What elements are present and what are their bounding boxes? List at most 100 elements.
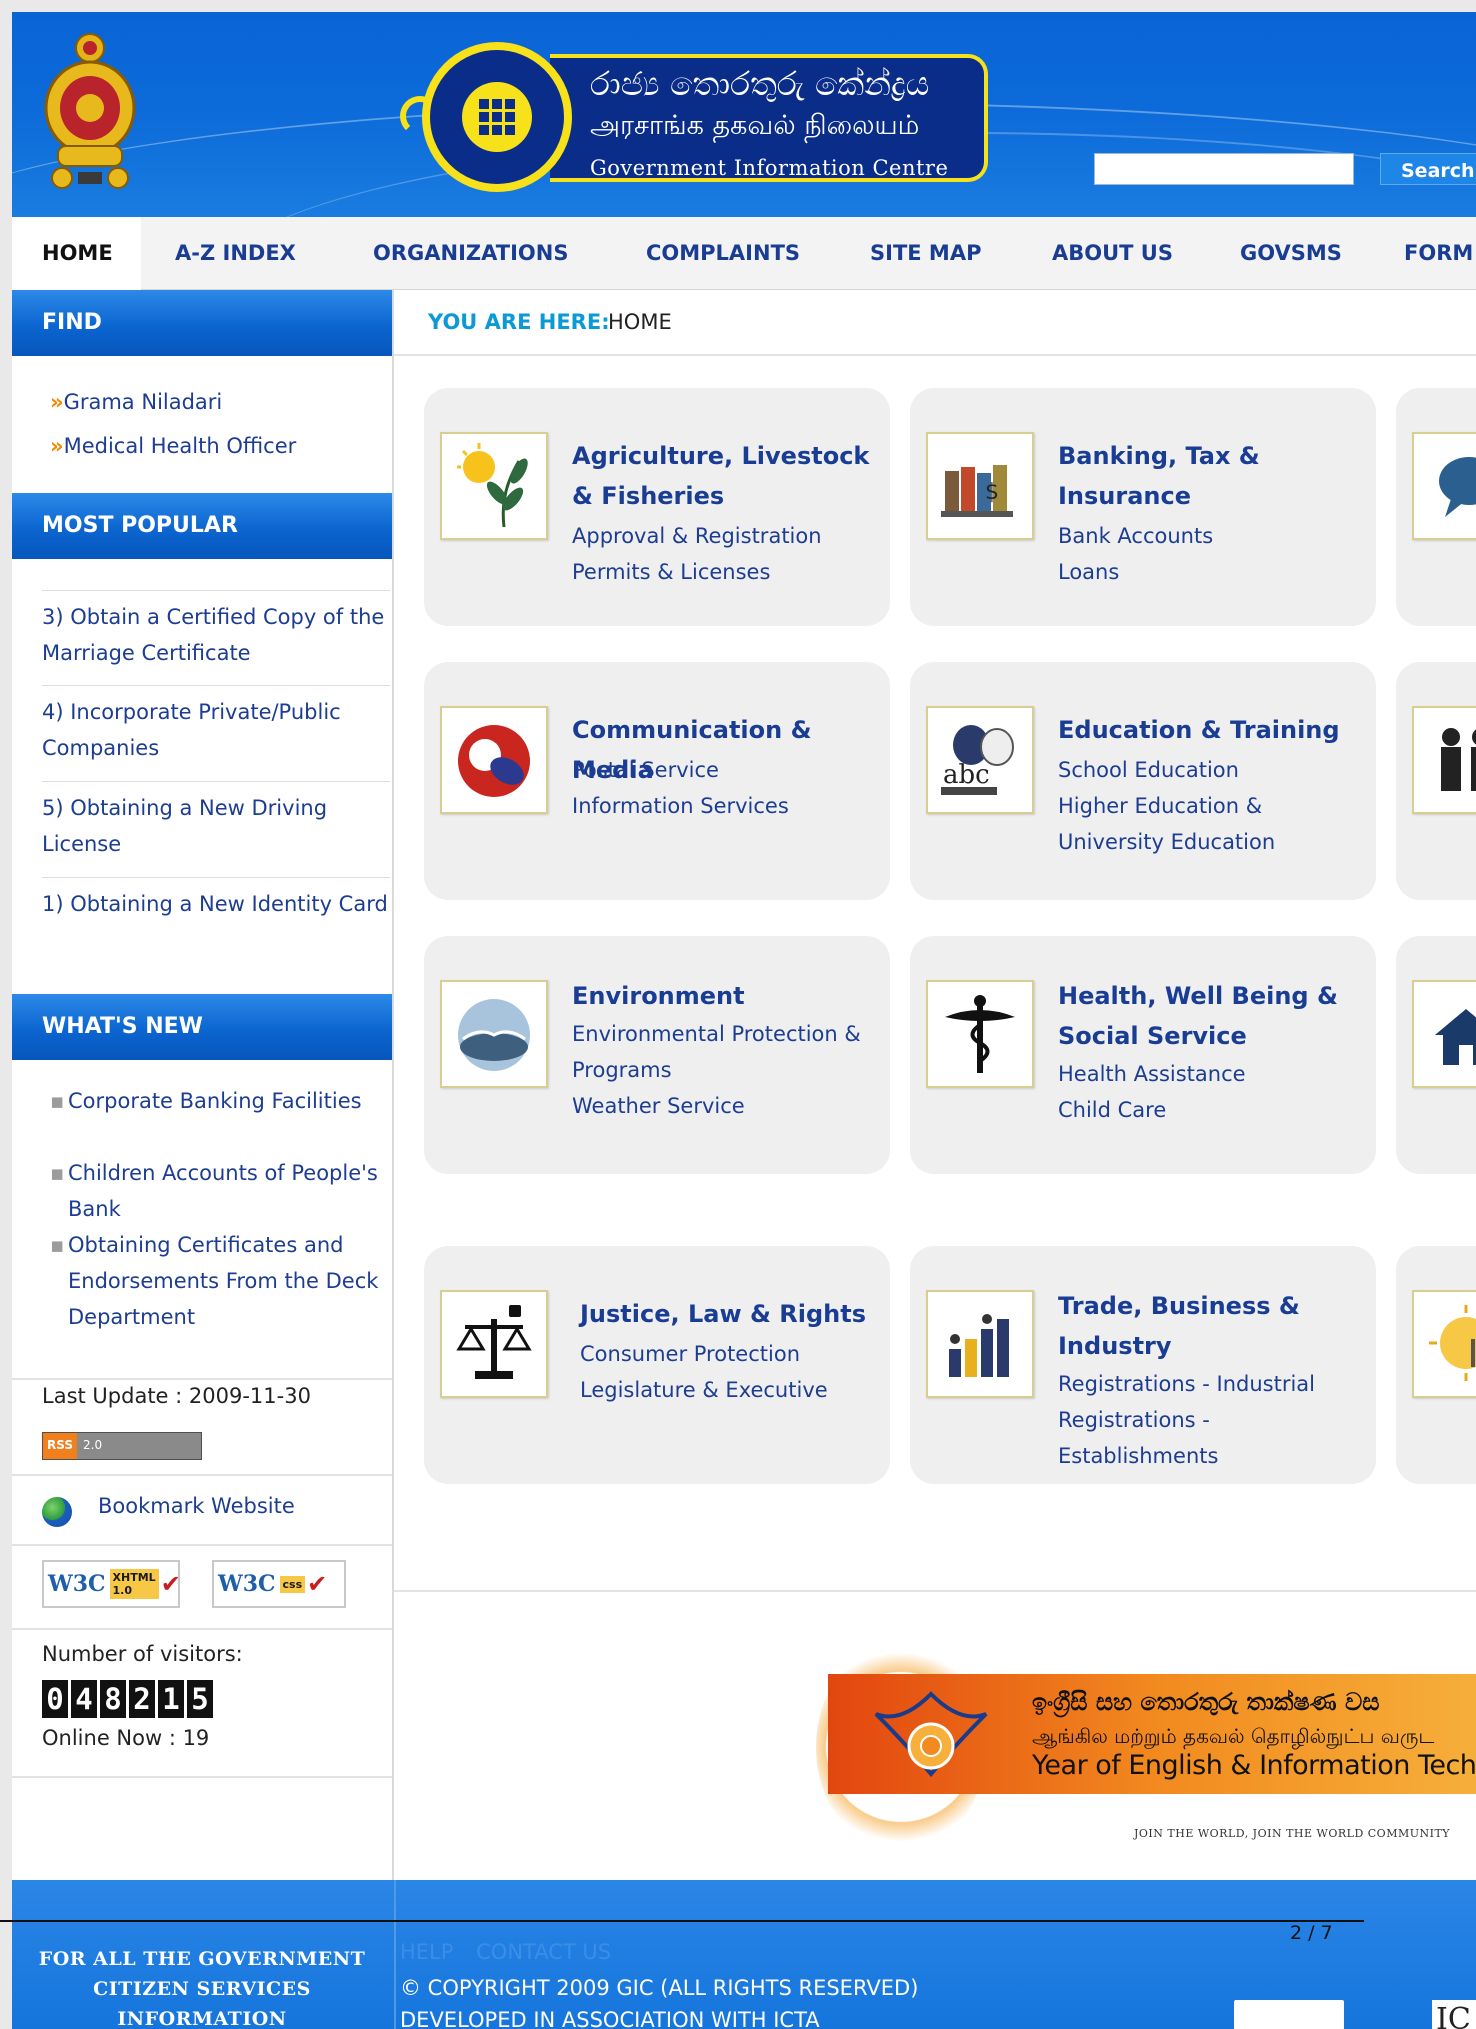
category-links: Bank Accounts Loans: [1058, 518, 1368, 590]
year-of-english-it-banner[interactable]: ඉංග්‍රීසි සහ තොරතුරු තාක්ෂණ වස ஆங்கில மற…: [816, 1632, 1476, 1852]
category-links: School Education Higher Education & Univ…: [1058, 752, 1368, 860]
category-title[interactable]: Trade, Business & Industry: [1058, 1286, 1368, 1366]
search-input[interactable]: [1094, 153, 1354, 185]
category-card-health: Health, Well Being & Social Service Heal…: [910, 936, 1376, 1174]
people-icon[interactable]: [1412, 706, 1476, 814]
environment-icon[interactable]: [440, 980, 548, 1088]
category-title[interactable]: Environment: [572, 976, 882, 1016]
counter-digit: 5: [187, 1680, 213, 1718]
nav-complaints[interactable]: COMPLAINTS: [646, 217, 800, 290]
nav-govsms[interactable]: GOVSMS: [1240, 217, 1342, 290]
category-link[interactable]: Legislature & Executive: [580, 1372, 890, 1408]
agriculture-icon[interactable]: [440, 432, 548, 540]
category-links: Consumer Protection Legislature & Execut…: [580, 1336, 890, 1408]
presidential-secretariat-logo-icon[interactable]: [1234, 2000, 1344, 2029]
health-icon[interactable]: [926, 980, 1034, 1088]
sun-palm-icon[interactable]: [1412, 1290, 1476, 1398]
category-link[interactable]: Child Care: [1058, 1092, 1368, 1128]
visitors-label: Number of visitors:: [42, 1642, 243, 1666]
whats-new-item[interactable]: ▪ Children Accounts of People's Bank: [50, 1155, 390, 1227]
rss-version: 2.0: [77, 1433, 201, 1459]
logo-text-tamil: அரசாங்க தகவல் நிலையம்: [590, 110, 920, 141]
svg-text:$: $: [985, 480, 999, 505]
nav-az-index[interactable]: A-Z INDEX: [175, 217, 296, 290]
category-title[interactable]: Agriculture, Livestock & Fisheries: [572, 436, 882, 516]
lotus-logo-icon: [874, 1691, 988, 1778]
category-link[interactable]: Higher Education & University Education: [1058, 788, 1368, 860]
category-link[interactable]: Approval & Registration: [572, 518, 882, 554]
house-icon[interactable]: [1412, 980, 1476, 1088]
last-update: Last Update : 2009-11-30: [42, 1384, 311, 1408]
category-link[interactable]: Health Assistance: [1058, 1056, 1368, 1092]
sidebar-link-medical-health-officer[interactable]: »Medical Health Officer: [50, 434, 296, 458]
counter-digit: 2: [129, 1680, 155, 1718]
category-title[interactable]: Banking, Tax & Insurance: [1058, 436, 1368, 516]
category-link[interactable]: Registrations - Establishments: [1058, 1402, 1368, 1474]
w3c-css-badge[interactable]: W3C css ✔: [212, 1560, 346, 1608]
popular-item[interactable]: 5) Obtaining a New Driving License: [42, 790, 390, 862]
nav-home[interactable]: HOME: [12, 217, 141, 290]
whats-new-item[interactable]: ▪ Obtaining Certificates and Endorsements…: [50, 1227, 390, 1335]
category-link[interactable]: Weather Service: [572, 1088, 882, 1124]
bookmark-website-link[interactable]: Bookmark Website: [98, 1494, 295, 1518]
online-now: Online Now : 19: [42, 1726, 210, 1750]
icta-logo-icon[interactable]: IC: [1432, 2000, 1476, 2029]
rss-icon: RSS: [43, 1433, 77, 1459]
category-link[interactable]: Bank Accounts: [1058, 518, 1368, 554]
category-links: Postal Service Information Services: [572, 752, 882, 824]
gic-logo[interactable]: රාජ්‍ය තොරතුරු කේන්ද්‍රය அரசாங்க தகவல் ந…: [400, 40, 1000, 200]
popular-item[interactable]: 1) Obtaining a New Identity Card: [42, 886, 390, 922]
sidebar-link-grama-niladari[interactable]: »Grama Niladari: [50, 390, 222, 414]
category-link[interactable]: Loans: [1058, 554, 1368, 590]
footer-links: HELP CONTACT US: [400, 1940, 627, 1964]
category-link[interactable]: Information Services: [572, 788, 882, 824]
category-links: Approval & Registration Permits & Licens…: [572, 518, 882, 590]
rss-feed-badge[interactable]: RSS 2.0: [42, 1432, 202, 1460]
grid-logo-icon: [462, 82, 532, 152]
nav-forms[interactable]: FORM: [1404, 217, 1473, 290]
category-link[interactable]: Consumer Protection: [580, 1336, 890, 1372]
site-footer: FOR ALL THE GOVERNMENT CITIZEN SERVICES …: [12, 1880, 1476, 2029]
category-link[interactable]: School Education: [1058, 752, 1368, 788]
category-card-environment: Environment Environmental Protection & P…: [424, 936, 890, 1174]
footer-link-help[interactable]: HELP: [400, 1940, 453, 1964]
category-card-partial: [1396, 1246, 1476, 1484]
popular-item[interactable]: 4) Incorporate Private/Public Companies: [42, 694, 390, 766]
national-emblem-icon[interactable]: [40, 26, 140, 202]
category-title[interactable]: Health, Well Being & Social Service: [1058, 976, 1368, 1056]
category-card-trade: Trade, Business & Industry Registrations…: [910, 1246, 1376, 1484]
banking-icon[interactable]: $: [926, 432, 1034, 540]
popular-item[interactable]: 3) Obtain a Certified Copy of the Marria…: [42, 599, 390, 671]
category-link[interactable]: Permits & Licenses: [572, 554, 882, 590]
category-title[interactable]: Justice, Law & Rights: [580, 1294, 890, 1334]
category-card-education: abc Education & Training School Educatio…: [910, 662, 1376, 900]
category-card-communication: Communication & Media Postal Service Inf…: [424, 662, 890, 900]
category-link[interactable]: Postal Service: [572, 752, 882, 788]
w3c-xhtml-text: XHTML 1.0: [109, 1569, 159, 1599]
counter-digit: 4: [71, 1680, 97, 1718]
developed-by-text: DEVELOPED IN ASSOCIATION WITH ICTA: [400, 2008, 820, 2029]
speech-bubble-icon[interactable]: [1412, 432, 1476, 540]
category-card-partial: [1396, 662, 1476, 900]
w3c-xhtml-badge[interactable]: W3C XHTML 1.0 ✔: [42, 1560, 181, 1608]
copyright-text: © COPYRIGHT 2009 GIC (ALL RIGHTS RESERVE…: [400, 1976, 919, 2000]
counter-digit: 0: [42, 1680, 68, 1718]
whats-new-item[interactable]: ▪ Corporate Banking Facilities: [50, 1083, 390, 1119]
trade-icon[interactable]: [926, 1290, 1034, 1398]
education-icon[interactable]: abc: [926, 706, 1034, 814]
nav-about-us[interactable]: ABOUT US: [1052, 217, 1173, 290]
globe-icon: [42, 1497, 72, 1527]
banner-text-sinhala: ඉංග්‍රීසි සහ තොරතුරු තාක්ෂණ වස: [1032, 1688, 1380, 1716]
justice-icon[interactable]: [440, 1290, 548, 1398]
footer-link-contact-us[interactable]: CONTACT US: [476, 1940, 611, 1964]
search-button[interactable]: Search: [1380, 153, 1476, 185]
category-title[interactable]: Education & Training: [1058, 710, 1368, 750]
category-link[interactable]: Environmental Protection & Programs: [572, 1016, 882, 1088]
site-header: රාජ්‍ය තොරතුරු කේන්ද්‍රය அரசாங்க தகவல் ந…: [12, 12, 1476, 217]
nav-organizations[interactable]: ORGANIZATIONS: [373, 217, 568, 290]
communication-icon[interactable]: [440, 706, 548, 814]
footer-slogan: FOR ALL THE GOVERNMENT CITIZEN SERVICES …: [38, 1948, 366, 2029]
w3c-logo-icon: W3C: [218, 1571, 276, 1597]
nav-site-map[interactable]: SITE MAP: [870, 217, 981, 290]
category-link[interactable]: Registrations - Industrial: [1058, 1366, 1368, 1402]
